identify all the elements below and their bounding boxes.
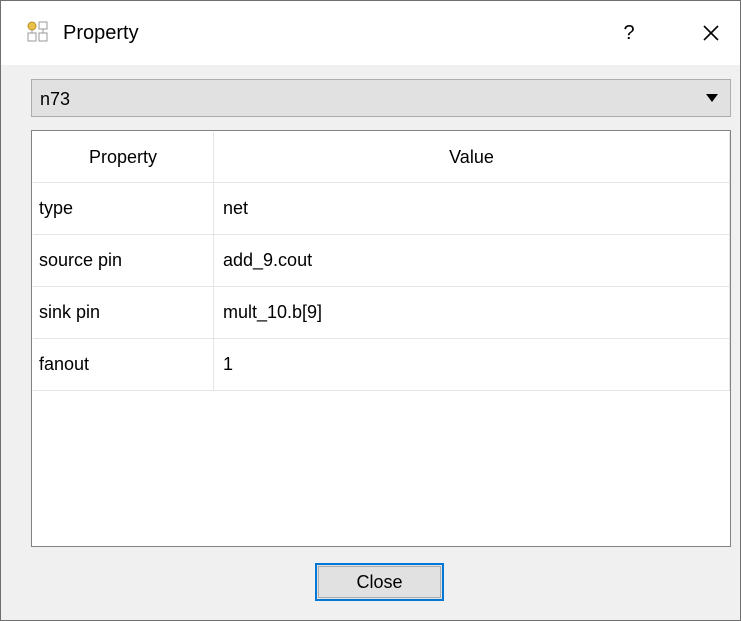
object-selector-dropdown[interactable]: n73 <box>31 79 731 117</box>
column-header-property[interactable]: Property <box>33 132 214 183</box>
property-table: Property Value type net source pin add_9… <box>33 132 730 391</box>
property-sheet-icon <box>27 21 48 42</box>
value-cell[interactable]: mult_10.b[9] <box>213 286 730 339</box>
title-bar[interactable]: Property ? <box>1 1 740 65</box>
dropdown-arrow-icon <box>706 94 718 102</box>
property-cell[interactable]: type <box>33 182 214 235</box>
property-cell[interactable]: fanout <box>33 338 214 391</box>
close-button-label: Close <box>318 566 441 598</box>
value-cell[interactable]: add_9.cout <box>213 234 730 287</box>
close-button[interactable]: Close <box>315 563 444 601</box>
help-button[interactable]: ? <box>609 15 649 51</box>
selected-object: n73 <box>40 89 71 109</box>
value-cell[interactable]: 1 <box>213 338 730 391</box>
value-cell[interactable]: net <box>213 182 730 235</box>
table-row[interactable]: type net <box>33 182 730 235</box>
column-header-value[interactable]: Value <box>213 132 730 183</box>
window-title: Property <box>63 22 139 44</box>
table-header-row: Property Value <box>33 132 730 183</box>
property-table-frame[interactable]: Property Value type net source pin add_9… <box>31 130 731 547</box>
table-row[interactable]: fanout 1 <box>33 338 730 391</box>
table-row[interactable]: source pin add_9.cout <box>33 234 730 287</box>
close-icon[interactable] <box>691 15 731 51</box>
property-cell[interactable]: sink pin <box>33 286 214 339</box>
property-dialog: Property ? n73 Property Value type net s… <box>0 0 741 621</box>
property-cell[interactable]: source pin <box>33 234 214 287</box>
table-row[interactable]: sink pin mult_10.b[9] <box>33 286 730 339</box>
